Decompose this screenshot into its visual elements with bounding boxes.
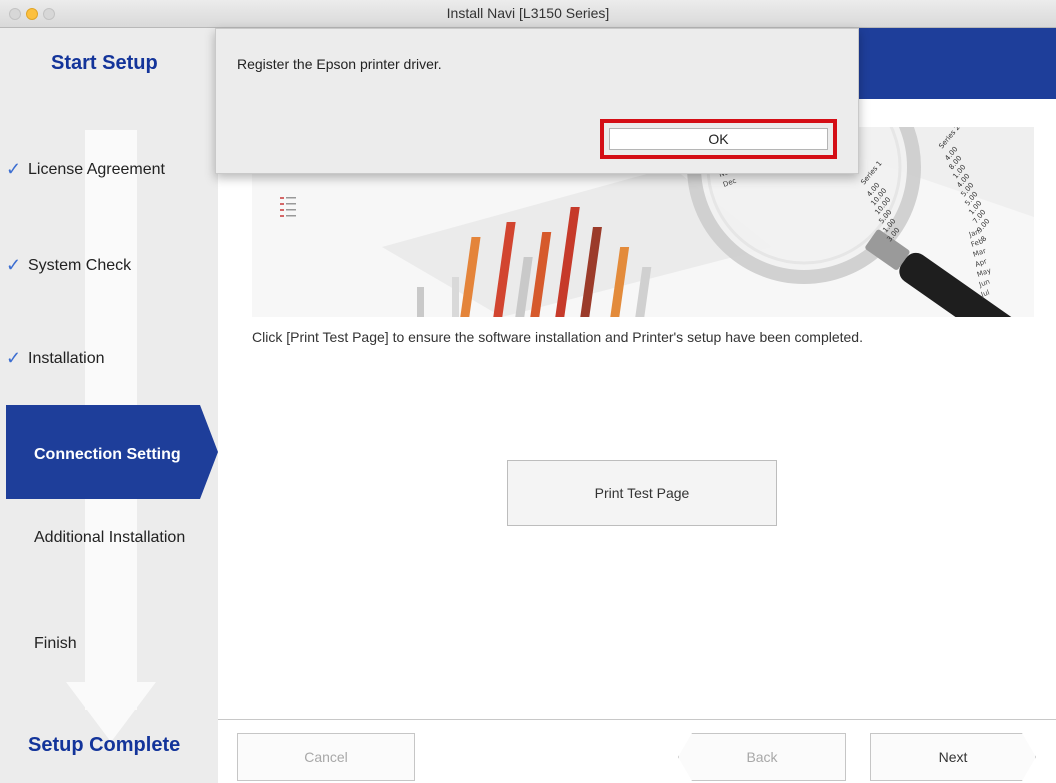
cancel-button[interactable]: Cancel (237, 733, 415, 781)
step-label: License Agreement (28, 160, 165, 178)
step-label: Additional Installation (34, 529, 186, 546)
step-label: System Check (28, 256, 132, 274)
step-license-agreement: ✓ License Agreement (6, 159, 165, 180)
step-additional-installation: Additional Installation (34, 529, 185, 547)
start-setup-heading: Start Setup (51, 52, 158, 74)
step-label: Finish (34, 635, 77, 652)
step-installation: ✓ Installation (6, 348, 105, 369)
setup-complete-heading: Setup Complete (28, 734, 181, 756)
window-titlebar: Install Navi [L3150 Series] (0, 0, 1056, 28)
checkmark-icon: ✓ (6, 159, 22, 179)
step-system-check: ✓ System Check (6, 255, 131, 276)
register-driver-dialog: Register the Epson printer driver. OK (215, 28, 859, 174)
step-label: Installation (28, 349, 105, 367)
ok-button[interactable]: OK (609, 128, 828, 150)
instruction-text: Click [Print Test Page] to ensure the so… (252, 329, 863, 345)
dialog-message: Register the Epson printer driver. (237, 56, 442, 72)
window-title: Install Navi [L3150 Series] (446, 5, 610, 21)
step-connection-setting: Connection Setting (34, 446, 181, 463)
footer-divider (218, 719, 1056, 720)
next-button[interactable]: Next (870, 733, 1036, 781)
progress-arrow-head-icon (66, 682, 156, 742)
back-button[interactable]: Back (678, 733, 846, 781)
checkmark-icon: ✓ (6, 255, 22, 275)
step-finish: Finish (34, 635, 77, 653)
print-test-page-button[interactable]: Print Test Page (507, 460, 777, 526)
active-step-pointer-icon (200, 405, 218, 499)
checkmark-icon: ✓ (6, 348, 22, 368)
